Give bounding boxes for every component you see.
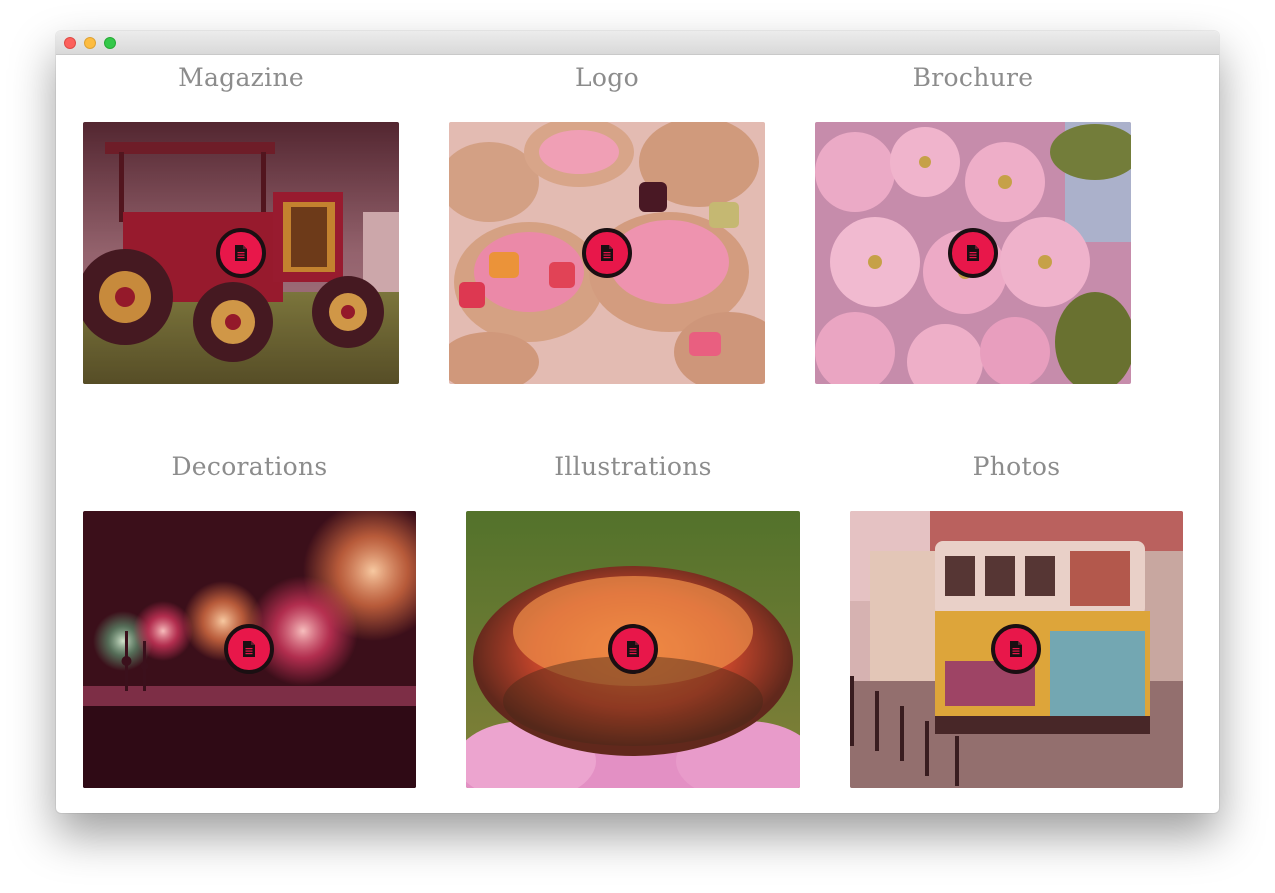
document-icon-badge <box>608 624 658 674</box>
document-icon <box>235 245 247 261</box>
portfolio-title-logo: Logo <box>575 63 639 92</box>
minimize-window-button[interactable] <box>84 37 96 49</box>
document-icon-badge <box>991 624 1041 674</box>
browser-window: Magazine Logo Brochure Decorations Illus… <box>56 31 1219 813</box>
portfolio-title-photos: Photos <box>972 452 1061 481</box>
document-icon-badge <box>216 228 266 278</box>
maximize-window-button[interactable] <box>104 37 116 49</box>
portfolio-thumb-logo[interactable] <box>449 122 765 384</box>
document-icon <box>243 641 255 657</box>
document-icon <box>967 245 979 261</box>
portfolio-thumb-magazine[interactable] <box>83 122 399 384</box>
portfolio-title-illustrations: Illustrations <box>554 452 712 481</box>
portfolio-thumb-photos[interactable] <box>850 511 1183 788</box>
document-icon-badge <box>224 624 274 674</box>
portfolio-thumb-decorations[interactable] <box>83 511 416 788</box>
portfolio-thumb-illustrations[interactable] <box>466 511 800 788</box>
portfolio-title-magazine: Magazine <box>178 63 304 92</box>
title-bar <box>56 31 1219 55</box>
portfolio-title-brochure: Brochure <box>912 63 1034 92</box>
portfolio-title-decorations: Decorations <box>171 452 328 481</box>
document-icon <box>1010 641 1022 657</box>
close-window-button[interactable] <box>64 37 76 49</box>
document-icon-badge <box>582 228 632 278</box>
document-icon <box>601 245 613 261</box>
document-icon <box>627 641 639 657</box>
document-icon-badge <box>948 228 998 278</box>
portfolio-thumb-brochure[interactable] <box>815 122 1131 384</box>
